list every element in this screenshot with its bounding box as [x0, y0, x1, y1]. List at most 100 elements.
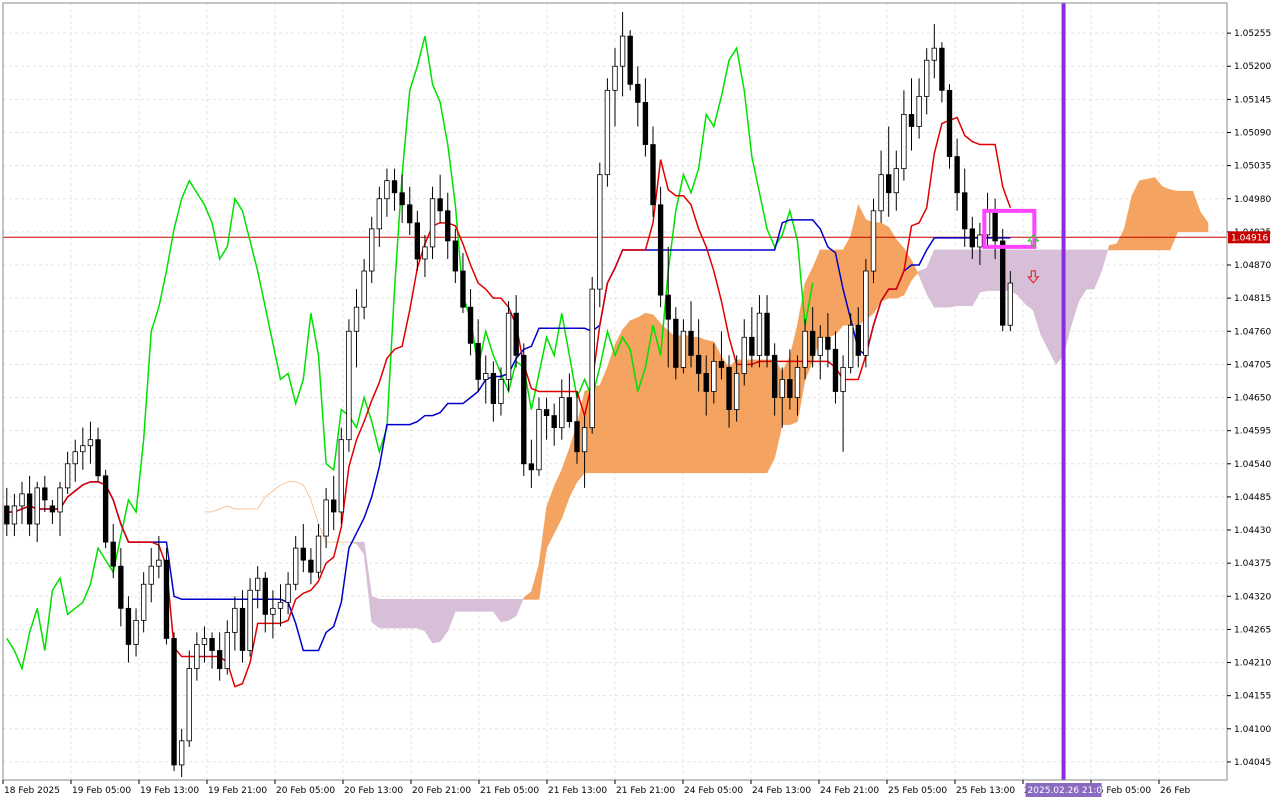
- candle-body: [422, 246, 428, 260]
- candle: [171, 632, 177, 771]
- cloud-segment: [371, 595, 380, 629]
- candle-body: [346, 330, 352, 441]
- cloud-segment: [409, 599, 418, 629]
- candle: [1000, 228, 1006, 332]
- candle-body: [992, 210, 998, 242]
- candle-body: [642, 101, 649, 145]
- time-tick-label: 24 Feb 05:00: [684, 786, 743, 796]
- price-tick-label: 1.05200: [1234, 62, 1271, 72]
- candle-body: [627, 35, 633, 85]
- candle-body: [140, 583, 147, 621]
- time-tick-label: 24 Feb 21:00: [820, 786, 879, 796]
- price-tick-label: 1.04485: [1234, 493, 1271, 503]
- candle-body: [711, 360, 717, 392]
- candle-body: [619, 35, 626, 67]
- cloud-segment: [477, 599, 487, 612]
- cloud-segment: [462, 599, 471, 612]
- candle-body: [293, 547, 299, 585]
- candle-body: [771, 354, 778, 398]
- candle-body: [247, 589, 253, 651]
- candle-body: [201, 638, 208, 645]
- candle-body: [498, 379, 504, 404]
- candle-body: [924, 59, 930, 97]
- candle-body: [80, 445, 86, 453]
- cloud-segment: [394, 599, 403, 629]
- price-tick-label: 1.04265: [1234, 625, 1271, 635]
- candle: [657, 186, 664, 308]
- cloud-segment: [1139, 178, 1148, 251]
- candle-body: [559, 397, 565, 429]
- price-tick-label: 1.04155: [1234, 692, 1271, 702]
- candle-body: [133, 619, 139, 645]
- candle-body: [946, 89, 953, 157]
- cloud-segment: [599, 367, 608, 474]
- cloud-segment: [1017, 249, 1026, 305]
- candle-body: [445, 210, 451, 242]
- candle-body: [300, 547, 306, 561]
- candle-body: [331, 499, 337, 513]
- price-tick-label: 1.04870: [1234, 261, 1271, 271]
- candle-body: [262, 577, 268, 615]
- candle-body: [916, 95, 922, 127]
- candle-body: [863, 270, 869, 356]
- cloud-segment: [1162, 186, 1171, 251]
- cloud-segment: [455, 599, 464, 612]
- candle-body: [688, 330, 694, 356]
- candle-body: [315, 535, 322, 573]
- candle-body: [733, 373, 740, 410]
- cloud-segment: [819, 249, 829, 338]
- cloud-segment: [386, 599, 395, 629]
- candle-body: [908, 114, 915, 127]
- candle-body: [323, 499, 329, 537]
- time-tick-label: 25 Feb 05:00: [888, 786, 947, 796]
- candle: [247, 578, 253, 657]
- candle-body: [399, 192, 405, 206]
- candle-body: [1007, 282, 1014, 326]
- price-tick-label: 1.05255: [1234, 29, 1271, 39]
- candle-body: [756, 312, 763, 356]
- time-tick-label: 19 Feb 05:00: [72, 786, 131, 796]
- candle-body: [749, 336, 755, 356]
- cloud-segment: [401, 599, 411, 629]
- candle: [946, 84, 953, 169]
- candle-body: [369, 228, 375, 272]
- candle-body: [855, 324, 861, 356]
- candle-body: [407, 204, 413, 224]
- cloud-segment: [1184, 190, 1194, 233]
- candle-body: [939, 47, 945, 91]
- candle-body: [703, 373, 709, 392]
- candle: [102, 469, 109, 549]
- candle: [346, 319, 352, 452]
- time-tick-label: 20 Feb 21:00: [412, 786, 471, 796]
- candle-body: [148, 565, 154, 585]
- price-tick-label: 1.04375: [1234, 559, 1271, 569]
- candle: [163, 548, 170, 645]
- candle-body: [232, 607, 238, 633]
- candle: [597, 162, 603, 308]
- cloud-segment: [1146, 177, 1156, 251]
- candle-body: [437, 198, 443, 212]
- candle-body: [308, 559, 314, 573]
- candle-body: [209, 638, 215, 651]
- time-tick-label: 24 Feb 13:00: [752, 786, 811, 796]
- price-tick-label: 1.04705: [1234, 360, 1271, 370]
- candle-body: [764, 312, 770, 356]
- candle-body: [779, 379, 785, 398]
- candle-body: [26, 493, 33, 525]
- candle-body: [178, 740, 185, 766]
- cloud-segment: [705, 339, 715, 474]
- candle-body: [224, 632, 230, 669]
- time-tick-label: 20 Feb 13:00: [344, 786, 403, 796]
- candle-body: [954, 156, 960, 194]
- chart-canvas[interactable]: 1.05255 1.05200 1.05145 1.05090 1.05035 1.049…: [0, 0, 1280, 800]
- candle-body: [825, 336, 831, 350]
- candle-body: [87, 439, 94, 447]
- candle-body: [483, 373, 489, 380]
- ichimoku-chart[interactable]: 1.05255 1.05200 1.05145 1.05090 1.05035 1.049…: [0, 0, 1280, 800]
- candle-body: [1000, 240, 1006, 326]
- cloud-segment: [827, 249, 836, 338]
- candle-body: [460, 270, 466, 308]
- candle-body: [551, 415, 557, 429]
- candle-body: [467, 306, 474, 344]
- candle-body: [521, 354, 527, 465]
